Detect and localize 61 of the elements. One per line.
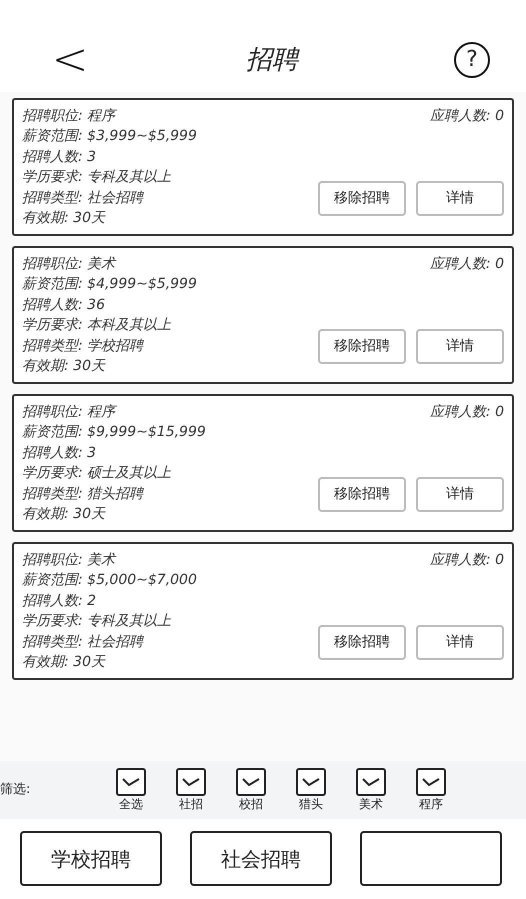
check-icon [421, 776, 441, 788]
job-field: 招聘人数: 3 [22, 146, 318, 168]
applicant-count: 应聘人数: 0 [430, 403, 504, 422]
page-title: 招聘 [246, 44, 298, 76]
job-field: 招聘职位: 美术 [22, 254, 318, 274]
job-field: 招聘人数: 2 [22, 590, 318, 612]
back-button[interactable]: < [50, 38, 90, 82]
job-field: 招聘类型: 学校招聘 [22, 336, 318, 356]
job-field: 有效期: 30天 [22, 356, 318, 376]
job-field: 薪资范围: $9,999~$15,999 [22, 422, 318, 443]
filter-label: 筛选: [0, 781, 32, 800]
job-field: 招聘职位: 程序 [22, 402, 318, 422]
job-field: 招聘职位: 美术 [22, 550, 318, 570]
check-icon [301, 776, 321, 788]
remove-button[interactable]: 移除招聘 [318, 477, 406, 512]
check-icon [121, 776, 141, 788]
check-icon [241, 776, 261, 788]
details-button[interactable]: 详情 [416, 625, 504, 660]
job-field: 学历要求: 专科及其以上 [22, 167, 318, 188]
filter-option-label: 校招 [239, 796, 263, 812]
filter-option-label: 全选 [119, 796, 143, 812]
job-field: 学历要求: 本科及其以上 [22, 315, 318, 336]
job-field: 薪资范围: $5,000~$7,000 [22, 570, 318, 591]
recruit-type-button[interactable] [360, 831, 502, 886]
job-field: 薪资范围: $3,999~$5,999 [22, 126, 318, 147]
applicant-count: 应聘人数: 0 [430, 107, 504, 126]
job-field: 有效期: 30天 [22, 652, 318, 672]
recruit-type-button[interactable]: 社会招聘 [190, 831, 332, 886]
details-button[interactable]: 详情 [416, 477, 504, 512]
job-field: 学历要求: 专科及其以上 [22, 611, 318, 632]
filter-checkbox[interactable] [356, 768, 386, 796]
job-field: 招聘人数: 36 [22, 294, 318, 316]
check-icon [361, 776, 381, 788]
check-icon [181, 776, 201, 788]
applicant-count: 应聘人数: 0 [430, 255, 504, 274]
filter-option-label: 美术 [359, 796, 383, 812]
details-button[interactable]: 详情 [416, 181, 504, 216]
job-field: 有效期: 30天 [22, 208, 318, 228]
job-field: 招聘类型: 猎头招聘 [22, 484, 318, 504]
job-field: 有效期: 30天 [22, 504, 318, 524]
job-field: 招聘类型: 社会招聘 [22, 188, 318, 208]
details-button[interactable]: 详情 [416, 329, 504, 364]
recruit-type-button[interactable]: 学校招聘 [20, 831, 162, 886]
help-button[interactable]: ? [454, 42, 490, 78]
filter-checkbox[interactable] [296, 768, 326, 796]
job-field: 薪资范围: $4,999~$5,999 [22, 274, 318, 295]
filter-checkbox[interactable] [176, 768, 206, 796]
filter-checkbox[interactable] [236, 768, 266, 796]
remove-button[interactable]: 移除招聘 [318, 181, 406, 216]
filter-option-label: 程序 [419, 796, 443, 812]
job-field: 招聘人数: 3 [22, 442, 318, 464]
filter-checkbox[interactable] [416, 768, 446, 796]
remove-button[interactable]: 移除招聘 [318, 625, 406, 660]
filter-option-label: 社招 [179, 796, 203, 812]
applicant-count: 应聘人数: 0 [430, 551, 504, 570]
job-field: 招聘职位: 程序 [22, 106, 318, 126]
remove-button[interactable]: 移除招聘 [318, 329, 406, 364]
job-field: 招聘类型: 社会招聘 [22, 632, 318, 652]
filter-checkbox[interactable] [116, 768, 146, 796]
job-field: 学历要求: 硕士及其以上 [22, 463, 318, 484]
filter-option-label: 猎头 [299, 796, 323, 812]
